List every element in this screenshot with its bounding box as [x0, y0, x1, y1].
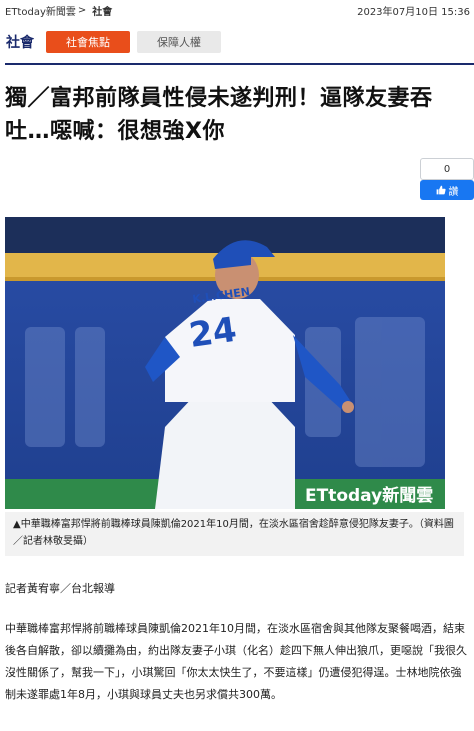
svg-text:24: 24 [187, 310, 239, 356]
article-headline: 獨／富邦前隊員性侵未遂判刑！逼隊友妻吞吐…噁喊：很想強X你 [5, 86, 433, 144]
section-title[interactable]: 社會 [6, 32, 46, 52]
photo-caption: ▲中華職棒富邦悍將前職棒球員陳凱倫2021年10月間，在淡水區宿舍趁醉意侵犯隊友… [5, 512, 464, 556]
thumbs-up-icon [436, 185, 446, 195]
like-count: 0 [420, 158, 474, 180]
reporter-byline: 記者黃宥寧／台北報導 [5, 582, 115, 595]
top-bar: ETtoday新聞雲 > 社會 2023年07月10日 15:36 [0, 0, 474, 20]
tag-social-focus[interactable]: 社會焦點 [46, 31, 130, 53]
facebook-like-widget: 0 讚 [420, 158, 474, 200]
like-button-label: 讚 [448, 186, 459, 198]
breadcrumb-home-link[interactable]: ETtoday新聞雲 [5, 3, 76, 18]
publish-datetime: 2023年07月10日 15:36 [357, 6, 470, 18]
breadcrumb: ETtoday新聞雲 > 社會 [5, 3, 112, 18]
section-row: 社會 社會焦點 保障人權 [0, 30, 474, 54]
article-body-paragraph: 中華職棒富邦悍將前職棒球員陳凱倫2021年10月間，在淡水區宿舍與其他隊友聚餐喝… [5, 622, 467, 701]
section-divider [5, 63, 474, 65]
baseball-player-image: K.L.CHEN 24 ETtoday新聞雲 [5, 217, 445, 509]
breadcrumb-current-link[interactable]: 社會 [92, 3, 112, 18]
breadcrumb-separator: > [77, 4, 87, 16]
photo-watermark: ETtoday新聞雲 [305, 485, 433, 506]
tag-human-rights[interactable]: 保障人權 [137, 31, 221, 53]
like-button[interactable]: 讚 [420, 180, 474, 200]
article-photo[interactable]: K.L.CHEN 24 ETtoday新聞雲 [5, 217, 445, 509]
